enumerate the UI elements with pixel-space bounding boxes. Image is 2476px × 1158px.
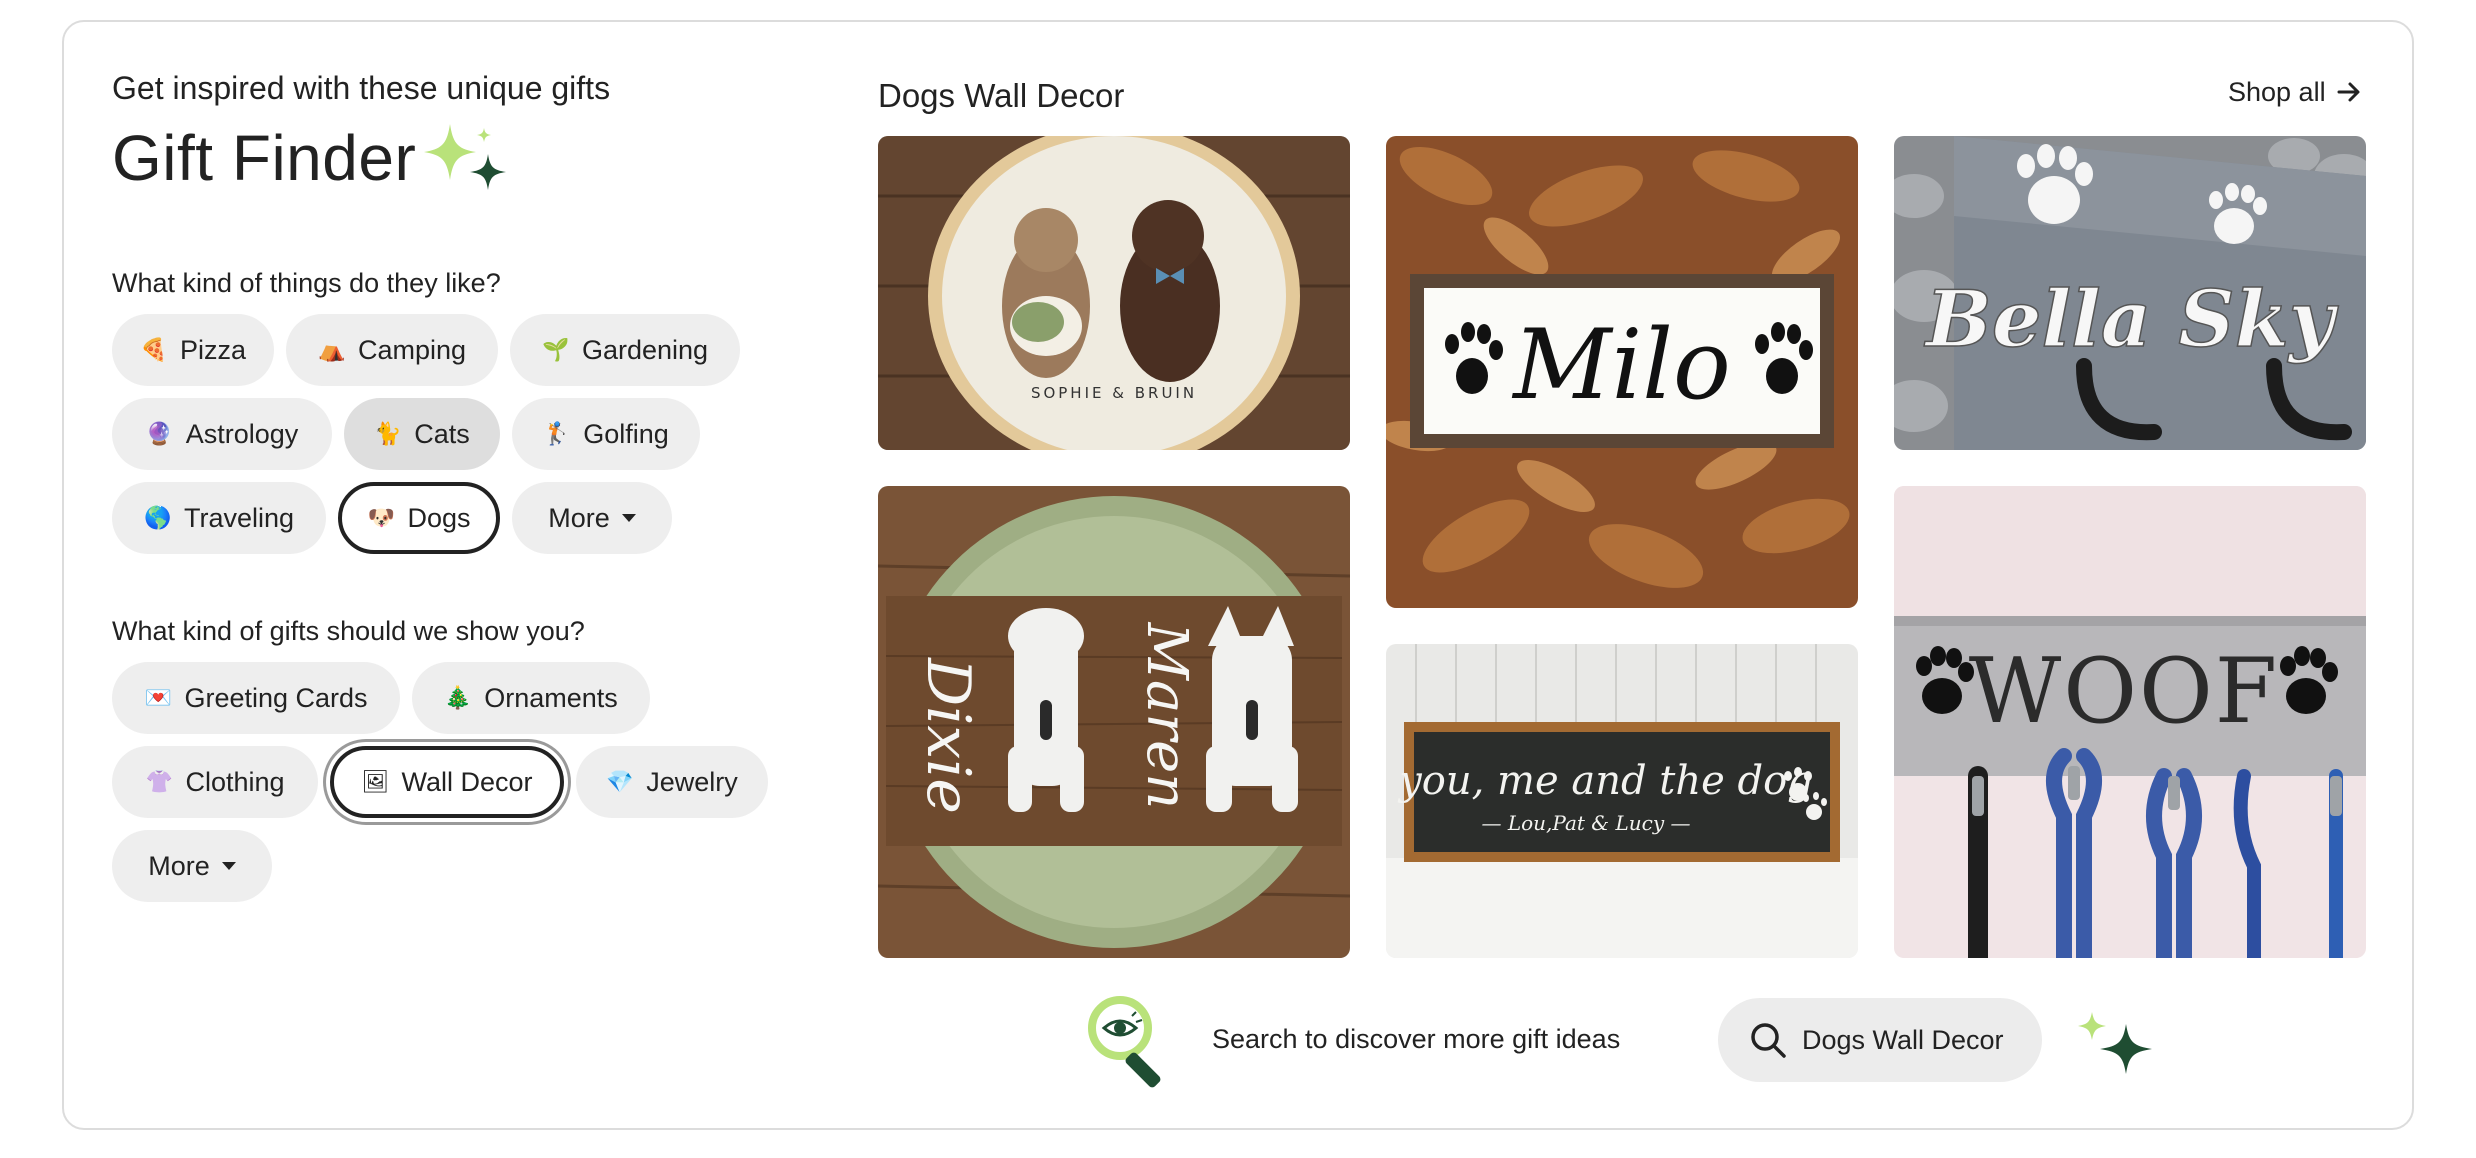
love-letter-icon: 💌: [144, 685, 172, 710]
framed-picture-icon: 🖼: [361, 769, 390, 794]
page-title: Gift Finder: [112, 122, 417, 194]
chip-dogs[interactable]: 🐶 Dogs: [338, 482, 500, 554]
chip-label: Pizza: [179, 334, 247, 365]
shop-all-label: Shop all: [2228, 77, 2326, 107]
golfer-icon: 🏌: [543, 421, 571, 446]
chip-label: Jewelry: [646, 766, 738, 797]
seedling-icon: 🌱: [541, 337, 570, 362]
discover-text: Search to discover more gift ideas: [1212, 1024, 1621, 1054]
gift-types-question: What kind of gifts should we show you?: [112, 616, 585, 646]
search-icon: [1751, 1023, 1786, 1058]
product-image-bella-sky-hooks[interactable]: Bella Sky: [1894, 136, 2366, 450]
dixie-caption: Dixie: [913, 657, 983, 814]
chip-label: Greeting Cards: [184, 682, 368, 713]
chip-ornaments[interactable]: 🎄 Ornaments: [412, 662, 650, 734]
results-title: Dogs Wall Decor: [878, 77, 1125, 114]
chip-label: Traveling: [183, 502, 295, 533]
chevron-down-icon: [221, 862, 236, 870]
product-image-woof-leash-holder[interactable]: WOOF: [1894, 486, 2366, 958]
arrow-right-icon: [2337, 82, 2360, 102]
chip-gardening[interactable]: 🌱 Gardening: [510, 314, 740, 386]
interests-question: What kind of things do they like?: [112, 268, 501, 298]
chip-label: Ornaments: [484, 682, 618, 713]
sign-subcaption: — Lou,Pat & Lucy —: [1482, 811, 1691, 835]
pizza-icon: 🍕: [139, 337, 168, 362]
more-gift-types-button[interactable]: More: [112, 830, 272, 902]
chip-clothing[interactable]: 👚 Clothing: [112, 746, 318, 818]
more-label: More: [548, 502, 610, 533]
dog-icon: 🐶: [367, 505, 395, 530]
chip-greeting-cards[interactable]: 💌 Greeting Cards: [112, 662, 400, 734]
chip-camping[interactable]: ⛺ Camping: [286, 314, 498, 386]
chip-label: Camping: [357, 334, 467, 365]
chip-label: Clothing: [185, 766, 285, 797]
chip-label: Astrology: [185, 418, 299, 449]
chip-label: Dogs: [407, 502, 471, 533]
blouse-icon: 👚: [145, 769, 173, 794]
product-image-embroidery-hoop[interactable]: SOPHIE & BRUIN: [878, 136, 1350, 450]
product-image-you-me-dog-sign[interactable]: you, me and the dog — Lou,Pat & Lucy —: [1386, 644, 1858, 958]
tent-icon: ⛺: [317, 337, 346, 362]
crystal-ball-icon: 🔮: [145, 421, 174, 446]
bella-sky-caption: Bella Sky: [1924, 274, 2339, 365]
chevron-down-icon: [621, 514, 636, 522]
globe-icon: 🌎: [143, 505, 172, 530]
christmas-tree-icon: 🎄: [444, 685, 472, 710]
chip-jewelry[interactable]: 💎 Jewelry: [576, 746, 768, 818]
chip-traveling[interactable]: 🌎 Traveling: [112, 482, 326, 554]
chip-label: Gardening: [581, 334, 709, 365]
gift-search-button[interactable]: Dogs Wall Decor: [1718, 998, 2042, 1082]
chip-golfing[interactable]: 🏌 Golfing: [512, 398, 700, 470]
gem-icon: 💎: [606, 769, 634, 794]
milo-caption: Milo: [1511, 309, 1731, 421]
search-query: Dogs Wall Decor: [1802, 1024, 2004, 1055]
chip-cats[interactable]: 🐈 Cats: [344, 398, 500, 470]
product-image-milo-sign[interactable]: Milo: [1386, 136, 1858, 608]
cat-icon: 🐈: [374, 421, 402, 446]
product-image-dixie-maren-hooks[interactable]: Dixie Maren: [878, 486, 1350, 958]
chip-label: Golfing: [583, 418, 669, 449]
magnifier-eye-icon: [1088, 996, 1161, 1088]
shop-all-link[interactable]: Shop all: [2228, 74, 2362, 110]
sign-caption: you, me and the dog: [1397, 758, 1813, 804]
chip-label: Cats: [414, 418, 470, 449]
more-interests-button[interactable]: More: [512, 482, 672, 554]
hoop-caption: SOPHIE & BRUIN: [1031, 384, 1197, 402]
more-label: More: [148, 850, 210, 881]
sparkle-icon: [424, 124, 506, 190]
chip-astrology[interactable]: 🔮 Astrology: [112, 398, 332, 470]
maren-caption: Maren: [1134, 622, 1199, 810]
sparkle-icon: [2078, 1012, 2152, 1074]
chip-wall-decor[interactable]: 🖼 Wall Decor: [330, 746, 564, 818]
chip-label: Wall Decor: [401, 766, 533, 797]
woof-caption: WOOF: [1969, 639, 2280, 744]
chip-pizza[interactable]: 🍕 Pizza: [112, 314, 274, 386]
gift-finder-subtitle: Get inspired with these unique gifts: [112, 70, 611, 106]
